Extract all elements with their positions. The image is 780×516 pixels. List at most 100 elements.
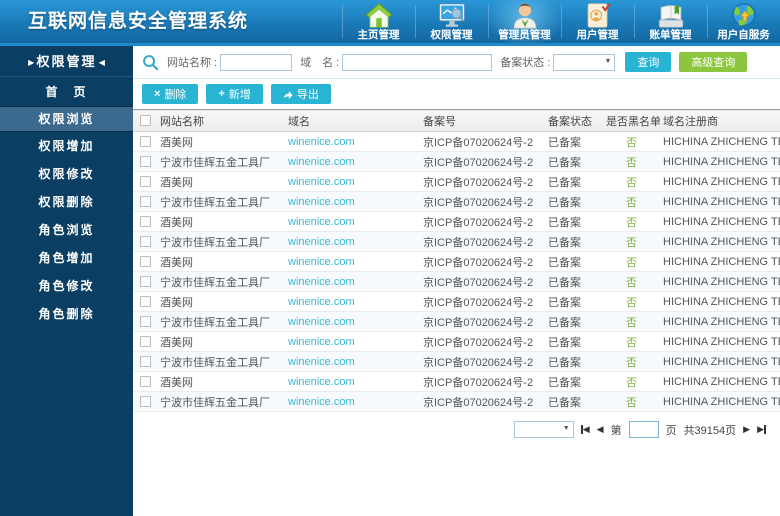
domain-link[interactable]: winenice.com — [288, 296, 355, 308]
row-checkbox[interactable] — [140, 156, 151, 168]
add-button[interactable]: + 新增 — [206, 84, 263, 104]
blacklist-cell: 否 — [626, 356, 637, 369]
domain-link[interactable]: winenice.com — [288, 356, 355, 368]
table-row: 宁波市佳辉五金工具厂 winenice.com 京ICP备07020624号-2… — [133, 391, 780, 412]
domain-link[interactable]: winenice.com — [288, 396, 355, 408]
table-row: 酒美网 winenice.com 京ICP备07020624号-2 已备案 否 … — [133, 212, 780, 232]
record-no-cell: 京ICP备07020624号-2 — [423, 396, 534, 409]
page-label-suffix: 页 — [665, 424, 677, 437]
page-label-prefix: 第 — [610, 424, 622, 437]
nav-item-admin[interactable]: 管理员管理 — [488, 0, 561, 43]
blacklist-cell: 否 — [626, 176, 637, 189]
row-checkbox[interactable] — [140, 396, 151, 408]
record-no-cell: 京ICP备07020624号-2 — [423, 336, 534, 349]
table-row: 宁波市佳辉五金工具厂 winenice.com 京ICP备07020624号-2… — [133, 271, 780, 292]
toolbar: × 删除 + 新增 导出 — [133, 79, 780, 109]
registrar-cell: HICHINA ZHICHENG TECHNOLOGY — [663, 155, 780, 168]
row-checkbox[interactable] — [140, 336, 151, 348]
row-checkbox[interactable] — [140, 316, 151, 328]
status-cell: 已备案 — [548, 256, 581, 269]
ledger-book-icon — [634, 2, 707, 29]
last-page-button[interactable]: ▶ — [757, 424, 766, 435]
sidebar-item-home[interactable]: 首 页 — [0, 78, 133, 106]
domain-link[interactable]: winenice.com — [288, 256, 355, 268]
site-name-input[interactable] — [220, 53, 293, 71]
sidebar-item-permission-browse[interactable]: 权限浏览 — [0, 106, 133, 132]
sidebar-item-permission-modify[interactable]: 权限修改 — [0, 160, 133, 188]
sidebar-item-role-browse[interactable]: 角色浏览 — [0, 216, 133, 244]
status-cell: 已备案 — [548, 376, 581, 389]
delete-button[interactable]: × 删除 — [142, 84, 199, 104]
query-button[interactable]: 查询 — [625, 52, 672, 72]
advanced-query-button[interactable]: 高级查询 — [679, 52, 748, 72]
status-cell: 已备案 — [548, 176, 581, 189]
table-header-row: 网站名称 域名 备案号 备案状态 是否黑名单 域名注册商 — [133, 109, 780, 132]
next-page-button[interactable]: ▶ — [743, 424, 750, 435]
page-number-input[interactable] — [628, 421, 659, 438]
registrar-cell: HICHINA ZHICHENG TECHNOLOGY — [663, 295, 780, 308]
domain-link[interactable]: winenice.com — [288, 376, 355, 388]
site-name-label: 网站名称 : — [167, 57, 218, 69]
sidebar-item-role-modify[interactable]: 角色修改 — [0, 272, 133, 300]
domain-link[interactable]: winenice.com — [288, 276, 355, 288]
site-name-cell: 宁波市佳辉五金工具厂 — [160, 156, 270, 169]
row-checkbox[interactable] — [140, 216, 151, 228]
first-page-button[interactable]: ◀ — [580, 424, 590, 435]
site-name-cell: 宁波市佳辉五金工具厂 — [160, 196, 270, 209]
row-checkbox[interactable] — [140, 196, 151, 208]
record-no-cell: 京ICP备07020624号-2 — [423, 296, 534, 309]
app-header: 互联网信息安全管理系统 主页管理 权限管理 管理员管理 用户管理 账单管理 用户… — [0, 0, 780, 46]
export-arrow-icon — [283, 90, 293, 99]
row-checkbox[interactable] — [140, 136, 151, 148]
nav-item-home[interactable]: 主页管理 — [342, 0, 415, 43]
site-name-cell: 宁波市佳辉五金工具厂 — [160, 316, 270, 329]
row-checkbox[interactable] — [140, 376, 151, 388]
page-size-select[interactable] — [513, 421, 574, 438]
nav-item-user[interactable]: 用户管理 — [561, 0, 634, 43]
registrar-cell: HICHINA ZHICHENG TECHNOLOGY — [663, 215, 780, 228]
row-checkbox[interactable] — [140, 256, 151, 268]
status-cell: 已备案 — [548, 316, 581, 329]
globe-icon — [707, 2, 780, 29]
domain-link[interactable]: winenice.com — [288, 236, 355, 248]
sidebar-header[interactable]: ▶ 权限管理 ◀ — [0, 46, 133, 77]
nav-item-billing[interactable]: 账单管理 — [634, 0, 707, 43]
col-registrar: 域名注册商 — [663, 115, 718, 128]
total-pages-label: 共39154页 — [683, 424, 737, 437]
domain-link[interactable]: winenice.com — [288, 176, 355, 188]
sidebar-item-role-add[interactable]: 角色增加 — [0, 244, 133, 272]
domain-input[interactable] — [342, 53, 493, 71]
row-checkbox[interactable] — [140, 296, 151, 308]
user-card-icon — [561, 2, 634, 29]
record-status-select[interactable] — [553, 53, 616, 71]
export-button[interactable]: 导出 — [270, 84, 331, 104]
domain-link[interactable]: winenice.com — [288, 316, 355, 328]
status-cell: 已备案 — [548, 356, 581, 369]
status-cell: 已备案 — [548, 396, 581, 409]
domain-link[interactable]: winenice.com — [288, 216, 355, 228]
site-name-cell: 酒美网 — [160, 176, 193, 189]
col-blacklist: 是否黑名单 — [606, 115, 660, 128]
sidebar-item-role-delete[interactable]: 角色删除 — [0, 300, 133, 328]
nav-item-permission[interactable]: 权限管理 — [415, 0, 488, 43]
domain-link[interactable]: winenice.com — [288, 156, 355, 168]
row-checkbox[interactable] — [140, 236, 151, 248]
status-cell: 已备案 — [548, 276, 581, 289]
row-checkbox[interactable] — [140, 276, 151, 288]
sidebar-item-permission-delete[interactable]: 权限删除 — [0, 188, 133, 216]
prev-page-button[interactable]: ◀ — [597, 424, 604, 435]
home-icon — [342, 2, 415, 29]
table-row: 宁波市佳辉五金工具厂 winenice.com 京ICP备07020624号-2… — [133, 311, 780, 332]
nav-item-selfservice[interactable]: 用户自服务 — [707, 0, 780, 43]
row-checkbox[interactable] — [140, 356, 151, 368]
domain-link[interactable]: winenice.com — [288, 196, 355, 208]
row-checkbox[interactable] — [140, 176, 151, 188]
domain-link[interactable]: winenice.com — [288, 136, 355, 148]
blacklist-cell: 否 — [626, 196, 637, 209]
blacklist-cell: 否 — [626, 156, 637, 169]
select-all-checkbox[interactable] — [140, 115, 151, 127]
record-no-cell: 京ICP备07020624号-2 — [423, 316, 534, 329]
sidebar-item-permission-add[interactable]: 权限增加 — [0, 132, 133, 160]
registrar-cell: HICHINA ZHICHENG TECHNOLOGY — [663, 255, 780, 268]
domain-link[interactable]: winenice.com — [288, 336, 355, 348]
